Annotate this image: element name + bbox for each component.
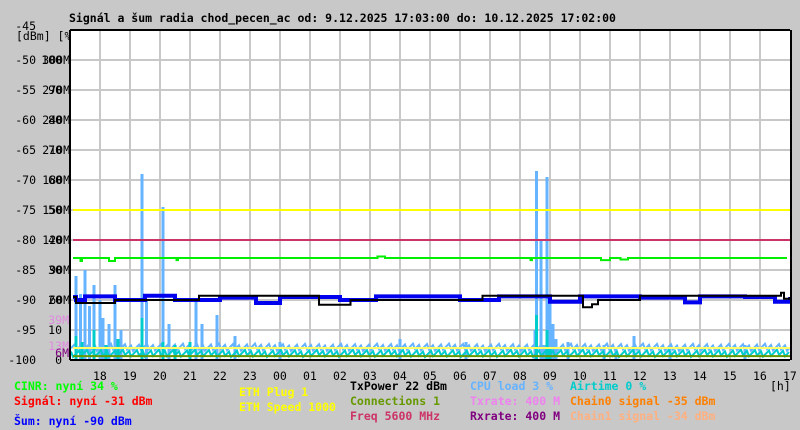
y-tick-dbm: -85 bbox=[15, 263, 36, 277]
chart-plot bbox=[69, 29, 792, 361]
legend-airtime: Airtime 0 % bbox=[570, 379, 647, 393]
y-tick-rate: 150M bbox=[42, 203, 70, 217]
y-tick-rate: 180M bbox=[42, 173, 70, 187]
legend-cinr: CINR: nyní 34 % bbox=[14, 379, 118, 393]
y-tick-rate: 210M bbox=[42, 143, 70, 157]
x-tick-label: 16 bbox=[753, 369, 767, 383]
y-tick-dbm: -45 bbox=[15, 19, 36, 33]
y-tick-dbm: -50 bbox=[15, 53, 36, 67]
legend-noise: Šum: nyní -90 dBm bbox=[14, 414, 132, 428]
x-tick-label: 23 bbox=[243, 369, 257, 383]
x-tick-label: 21 bbox=[183, 369, 197, 383]
y-tick-dbm: -65 bbox=[15, 143, 36, 157]
legend-chain0: Chain0 signal -35 dBm bbox=[570, 394, 716, 408]
legend-freq: Freq 5600 MHz bbox=[350, 409, 441, 423]
x-tick-label: 20 bbox=[153, 369, 167, 383]
y-tick-dbm: -70 bbox=[15, 173, 36, 187]
y-tick-dbm: -100 bbox=[8, 353, 36, 367]
x-unit-label: [h] bbox=[770, 379, 791, 393]
y-tick-dbm: -90 bbox=[15, 293, 36, 307]
legend-txpower: TxPower 22 dBm bbox=[350, 379, 447, 393]
legend-signal: Signál: nyní -31 dBm bbox=[14, 394, 153, 408]
x-tick-label: 19 bbox=[123, 369, 137, 383]
y-tick-rate: 60M bbox=[49, 293, 70, 307]
y-tick-rate: 120M bbox=[42, 233, 70, 247]
x-tick-label: 14 bbox=[693, 369, 707, 383]
legend-connections: Connections 1 bbox=[350, 394, 441, 408]
y-tick-dbm: -55 bbox=[15, 83, 36, 97]
legend-rxrate: Rxrate: 400 M bbox=[470, 409, 561, 423]
y-tick-rate-extra: 6M bbox=[55, 346, 69, 360]
legend-txrate: Txrate: 400 M bbox=[470, 394, 561, 408]
x-tick-label: 15 bbox=[723, 369, 737, 383]
y-tick-rate: 90M bbox=[49, 263, 70, 277]
legend-chain1: Chain1 signal -34 dBm bbox=[570, 409, 716, 423]
legend-eth-plug: ETH Plug 1 bbox=[239, 385, 309, 399]
x-tick-label: 13 bbox=[663, 369, 677, 383]
legend-cpu: CPU load 3 % bbox=[470, 379, 554, 393]
x-tick-label: 01 bbox=[303, 369, 317, 383]
x-tick-label: 00 bbox=[273, 369, 287, 383]
legend-eth-speed: ETH Speed 1000 bbox=[239, 400, 336, 414]
y-tick-rate: 270M bbox=[42, 83, 70, 97]
y-tick-rate: 240M bbox=[42, 113, 70, 127]
y-tick-rate: 300M bbox=[42, 53, 70, 67]
y-tick-dbm: -75 bbox=[15, 203, 36, 217]
y-tick-dbm: -80 bbox=[15, 233, 36, 247]
y-tick-dbm: -95 bbox=[15, 323, 36, 337]
x-tick-label: 02 bbox=[333, 369, 347, 383]
y-tick-rate-extra: 39M bbox=[48, 313, 69, 327]
x-tick-label: 22 bbox=[213, 369, 227, 383]
x-tick-label: 06 bbox=[453, 369, 467, 383]
y-tick-dbm: -60 bbox=[15, 113, 36, 127]
